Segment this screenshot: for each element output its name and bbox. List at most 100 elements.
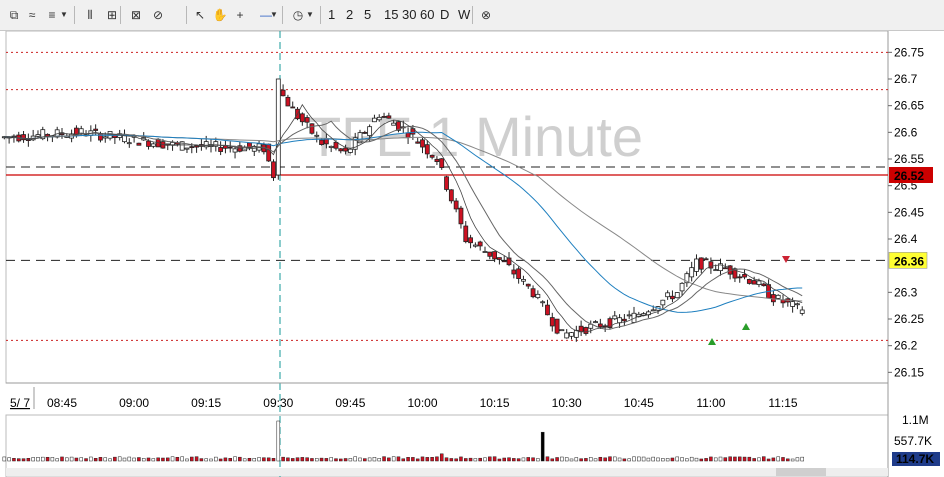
candle[interactable] — [617, 317, 622, 324]
candle[interactable] — [472, 244, 478, 247]
candle[interactable] — [621, 318, 627, 322]
candle[interactable] — [386, 115, 392, 119]
candle[interactable] — [641, 313, 647, 316]
candle[interactable] — [189, 146, 195, 149]
candle[interactable] — [698, 257, 704, 270]
candle[interactable] — [694, 258, 699, 272]
candle[interactable] — [338, 148, 344, 152]
period-d-button[interactable]: D — [440, 7, 449, 23]
candle[interactable] — [275, 78, 281, 176]
candle[interactable] — [376, 116, 382, 121]
bar-spacing-icon[interactable]: ⦀ — [82, 7, 98, 23]
candle[interactable] — [367, 126, 373, 136]
cursor-settings-icon[interactable]: ≈ — [24, 7, 40, 23]
period-15-button[interactable]: 15 — [384, 7, 398, 23]
candle[interactable] — [458, 207, 464, 225]
no-scale-icon[interactable]: ⊘ — [150, 7, 166, 23]
candle[interactable] — [213, 141, 219, 147]
candle[interactable] — [612, 315, 618, 320]
close-icon[interactable]: ⊗ — [478, 7, 494, 23]
candle[interactable] — [751, 280, 757, 285]
candle[interactable] — [790, 301, 796, 307]
candle[interactable] — [564, 332, 570, 339]
candle[interactable] — [372, 117, 377, 123]
candle[interactable] — [761, 283, 767, 287]
candle[interactable] — [511, 269, 517, 275]
candle[interactable] — [593, 321, 598, 324]
candle[interactable] — [670, 295, 675, 300]
candle[interactable] — [146, 140, 151, 147]
period-30-button[interactable]: 30 — [402, 7, 416, 23]
candle[interactable] — [554, 318, 560, 334]
candle[interactable] — [540, 301, 546, 304]
candle[interactable] — [93, 128, 99, 131]
candle[interactable] — [184, 147, 190, 150]
zoom-icon[interactable]: ⧉ — [6, 7, 22, 23]
candle[interactable] — [227, 146, 233, 149]
candle[interactable] — [429, 154, 435, 158]
price-pane[interactable] — [5, 31, 889, 384]
period-60-button[interactable]: 60 — [420, 7, 434, 23]
pan-icon[interactable]: ✋ — [212, 7, 228, 23]
horizontal-scrollbar[interactable] — [6, 468, 888, 476]
candle[interactable] — [266, 143, 272, 162]
candle[interactable] — [434, 158, 440, 162]
candle[interactable] — [602, 325, 608, 328]
candle[interactable] — [444, 176, 449, 190]
price-chart[interactable]: TFE 1 Minute 26.75 26.7 26.65 26.6 26.55 26.52… — [0, 31, 944, 477]
candle[interactable] — [770, 294, 776, 303]
candle[interactable] — [530, 288, 536, 298]
candle[interactable] — [722, 267, 728, 270]
candle[interactable] — [150, 143, 156, 147]
candle[interactable] — [112, 135, 118, 139]
candle[interactable] — [35, 134, 41, 137]
candle[interactable] — [487, 251, 493, 257]
candle[interactable] — [746, 279, 752, 284]
candle[interactable] — [650, 309, 656, 312]
candle[interactable] — [549, 317, 555, 327]
auto-scale-icon[interactable]: ⊞ — [104, 7, 120, 23]
candle[interactable] — [501, 260, 507, 263]
dropdown-arrow-icon[interactable]: ▼ — [60, 7, 68, 23]
period-5-button[interactable]: 5 — [364, 7, 371, 23]
candle[interactable] — [713, 269, 719, 272]
candle[interactable] — [309, 123, 315, 134]
candle[interactable] — [689, 267, 695, 278]
date-label[interactable]: 5/ 7 — [10, 396, 30, 410]
candle[interactable] — [424, 144, 430, 155]
candle[interactable] — [415, 141, 421, 144]
candle[interactable] — [347, 148, 353, 153]
candle[interactable] — [756, 280, 762, 285]
candle[interactable] — [126, 142, 132, 145]
candle[interactable] — [492, 251, 498, 260]
candle[interactable] — [280, 89, 286, 97]
candle[interactable] — [463, 225, 469, 243]
candle[interactable] — [304, 117, 310, 123]
pointer-icon[interactable]: ↖ — [192, 7, 208, 23]
period-2-button[interactable]: 2 — [346, 7, 353, 23]
candle[interactable] — [405, 132, 411, 139]
candle[interactable] — [674, 292, 680, 299]
candle[interactable] — [290, 106, 296, 109]
period-w-button[interactable]: W — [458, 7, 470, 23]
candle[interactable] — [535, 293, 541, 299]
candle[interactable] — [314, 134, 320, 137]
candle[interactable] — [343, 147, 348, 152]
candle[interactable] — [525, 283, 531, 287]
candle[interactable] — [660, 299, 666, 306]
candle[interactable] — [583, 327, 589, 334]
candle[interactable] — [795, 303, 800, 306]
candle[interactable] — [271, 161, 276, 179]
candle[interactable] — [665, 292, 671, 298]
candle[interactable] — [319, 139, 324, 145]
candle[interactable] — [742, 274, 747, 278]
candle[interactable] — [381, 116, 387, 118]
candle[interactable] — [545, 304, 550, 316]
candle[interactable] — [448, 189, 454, 202]
candle[interactable] — [468, 237, 473, 244]
candle[interactable] — [328, 145, 334, 148]
candle[interactable] — [482, 251, 488, 253]
candle[interactable] — [703, 258, 709, 261]
candle[interactable] — [439, 158, 445, 169]
candle[interactable] — [136, 142, 142, 146]
